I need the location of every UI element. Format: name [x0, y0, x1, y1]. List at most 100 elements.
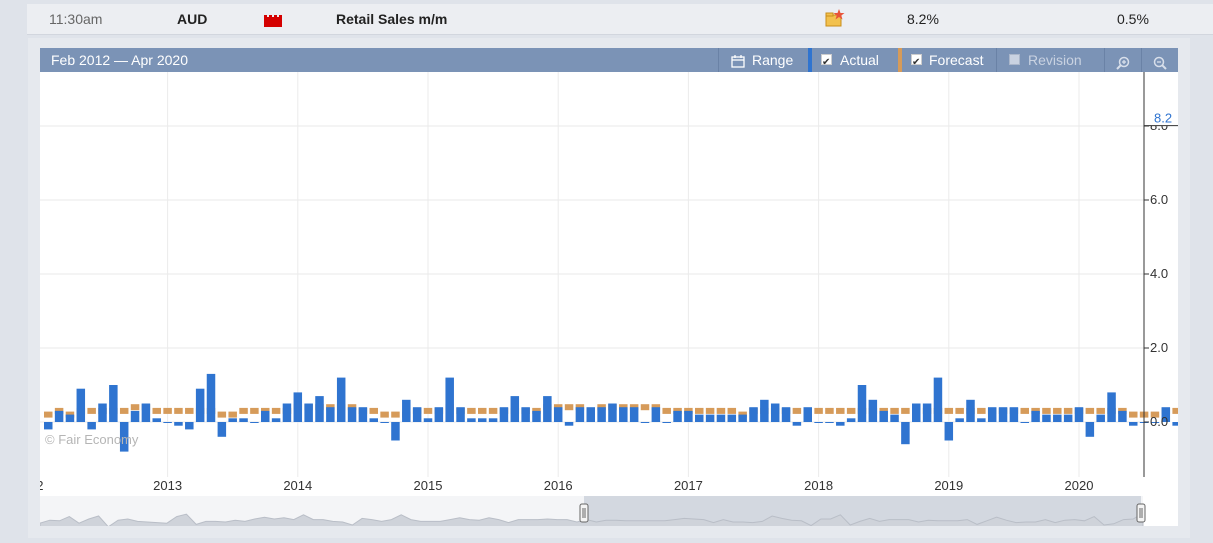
actual-bar — [922, 403, 932, 422]
actual-bar — [380, 422, 389, 423]
chart-container: Feb 2012 — Apr 2020 Range Actual Forecas… — [40, 48, 1178, 526]
actual-bar — [445, 377, 454, 422]
actual-bar — [564, 422, 574, 426]
forecast-marker — [119, 407, 129, 414]
forecast-marker — [727, 407, 737, 414]
x-tick-label: 2020 — [1065, 478, 1094, 493]
forecast-marker — [163, 407, 172, 414]
revision-checkbox[interactable] — [1009, 54, 1020, 65]
actual-bar — [716, 414, 726, 422]
forecast-marker — [836, 407, 845, 414]
actual-bar — [619, 407, 628, 422]
actual-bar — [261, 410, 270, 422]
actual-bar — [651, 407, 661, 422]
actual-bar — [705, 414, 715, 422]
forecast-marker — [271, 407, 281, 414]
actual-checkbox[interactable] — [821, 51, 832, 75]
actual-bar — [336, 377, 346, 422]
chart-toolbar: Feb 2012 — Apr 2020 Range Actual Forecas… — [40, 48, 1178, 75]
forecast-marker — [1096, 407, 1105, 414]
forecast-marker — [185, 407, 194, 414]
forecast-marker — [380, 411, 389, 418]
forecast-toggle[interactable]: Forecast — [898, 48, 996, 75]
x-tick-label: .2 — [40, 478, 43, 493]
actual-bar — [760, 399, 769, 422]
actual-bar — [499, 407, 509, 422]
actual-bar — [510, 396, 520, 422]
y-tick-label: 4.0 — [1150, 266, 1168, 281]
actual-bar — [1042, 414, 1051, 422]
forecast-label: Forecast — [929, 52, 984, 68]
detail-star-icon[interactable] — [825, 8, 845, 28]
actual-bar — [575, 407, 585, 422]
actual-bar — [358, 407, 368, 422]
actual-bar — [1063, 414, 1073, 422]
x-tick-label: 2015 — [414, 478, 443, 493]
actual-bar — [488, 418, 498, 422]
actual-bar — [792, 422, 802, 426]
forecast-marker — [391, 411, 400, 418]
actual-bar — [944, 422, 954, 441]
actual-bar — [781, 407, 791, 422]
revision-label: Revision — [1028, 52, 1082, 68]
actual-bar — [684, 410, 693, 422]
actual-bar — [553, 407, 563, 422]
forecast-marker — [825, 407, 834, 414]
forecast-checkbox[interactable] — [911, 51, 922, 75]
navigator-right-handle[interactable] — [1136, 503, 1146, 523]
zoom-in-button[interactable] — [1104, 48, 1141, 72]
forecast-marker — [217, 411, 227, 418]
actual-bar — [87, 422, 96, 430]
actual-bar — [695, 414, 704, 422]
last-value-label: 8.2 — [1154, 111, 1172, 126]
actual-bar — [1096, 414, 1105, 422]
actual-bar — [1009, 407, 1019, 422]
actual-bar — [543, 396, 552, 422]
forecast-marker — [695, 407, 704, 414]
actual-bar — [912, 403, 921, 422]
actual-bar — [402, 399, 411, 422]
actual-bar — [521, 407, 530, 422]
forecast-marker — [1063, 407, 1073, 414]
forecast-marker — [1020, 407, 1029, 414]
actual-bar — [239, 418, 248, 422]
actual-bar — [586, 407, 595, 422]
range-button[interactable]: Range — [718, 48, 808, 72]
event-title: Retail Sales m/m — [336, 11, 448, 27]
actual-bar — [1118, 410, 1127, 422]
actual-bar — [478, 418, 487, 422]
actual-bar — [803, 407, 812, 422]
actual-bar — [423, 418, 433, 422]
forecast-marker — [423, 407, 433, 414]
actual-bar — [673, 410, 682, 422]
actual-bar — [434, 407, 444, 422]
watermark: © Fair Economy — [45, 432, 139, 447]
navigator[interactable]: III — [40, 496, 1165, 526]
zoom-out-button[interactable] — [1141, 48, 1178, 72]
range-label: Range — [752, 52, 794, 68]
actual-bar — [597, 407, 606, 422]
actual-bar — [814, 422, 823, 423]
event-forecast: 0.5% — [1117, 11, 1149, 27]
revision-toggle[interactable]: Revision — [996, 48, 1104, 72]
actual-bar — [250, 422, 259, 423]
actual-bar — [206, 373, 216, 422]
actual-bar — [271, 418, 281, 422]
actual-bar — [347, 407, 357, 422]
actual-bar — [879, 410, 888, 422]
x-tick-label: 2017 — [674, 478, 703, 493]
actual-bar — [282, 403, 292, 422]
actual-bar — [456, 407, 465, 422]
forecast-marker — [250, 407, 259, 414]
actual-bar — [987, 407, 997, 422]
actual-bar — [727, 414, 737, 422]
actual-bar — [217, 422, 227, 437]
actual-toggle[interactable]: Actual — [808, 48, 898, 75]
actual-bar — [662, 422, 671, 423]
actual-bar — [65, 414, 75, 422]
x-tick-label: 2016 — [544, 478, 573, 493]
navigator-left-handle[interactable] — [579, 503, 589, 523]
x-tick-label: 2014 — [283, 478, 312, 493]
actual-bar — [293, 392, 303, 422]
axes: .2 2013 2014 2015 2016 2017 2018 2019 2020 0.0 2.0… — [40, 72, 1178, 493]
